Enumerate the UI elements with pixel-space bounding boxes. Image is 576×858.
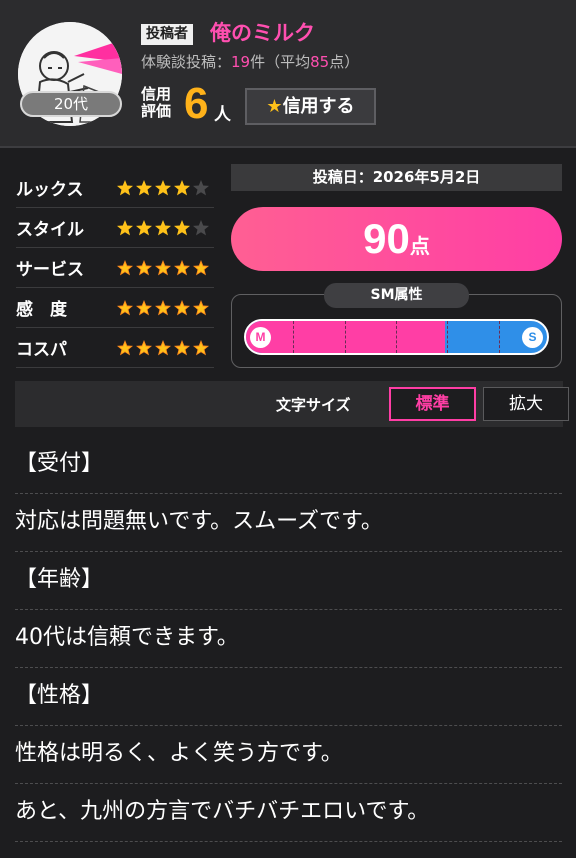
star-filled-icon — [155, 179, 171, 195]
rating-row: コスパ — [16, 328, 214, 368]
rating-stars — [116, 299, 210, 317]
star-filled-icon — [193, 259, 209, 275]
rating-stars — [116, 179, 210, 197]
trust-label: 信用評価 — [141, 85, 172, 120]
star-filled-icon — [155, 259, 171, 275]
star-filled-icon — [117, 339, 133, 355]
rating-list: ルックススタイルサービス感 度コスパ — [16, 168, 214, 368]
section-heading: 【年齢】 — [15, 552, 562, 610]
score-pill: 90点 — [231, 207, 562, 271]
star-filled-icon — [155, 339, 171, 355]
sm-tick — [499, 321, 500, 353]
sm-tick — [345, 321, 346, 353]
star-filled-icon — [174, 259, 190, 275]
section-heading: 【受付】 — [15, 436, 562, 494]
star-filled-icon — [136, 179, 152, 195]
body-line: あと、九州の方言でバチバチエロいです。 — [15, 784, 562, 842]
star-filled-icon — [174, 299, 190, 315]
rating-label: 感 度 — [16, 300, 67, 320]
body-line: 性格は明るく、よく笑う方です。 — [15, 726, 562, 784]
sm-tick — [447, 321, 448, 353]
post-average: 85 — [310, 53, 330, 71]
font-size-label: 文字サイズ — [276, 396, 351, 414]
trust-button[interactable]: ★信用する — [245, 88, 376, 125]
sm-tick — [293, 321, 294, 353]
score-unit: 点 — [409, 234, 430, 258]
poster-tag: 投稿者 — [141, 24, 193, 45]
sm-title: SM属性 — [324, 283, 469, 308]
star-filled-icon — [117, 219, 133, 235]
section-heading: 【性格】 — [15, 668, 562, 726]
sm-tick — [396, 321, 397, 353]
rating-row: スタイル — [16, 208, 214, 248]
font-size-large-button[interactable]: 拡大 — [483, 387, 569, 421]
star-filled-icon — [174, 339, 190, 355]
rating-row: サービス — [16, 248, 214, 288]
body-line: 40代は信頼できます。 — [15, 610, 562, 668]
age-badge: 20代 — [20, 91, 122, 117]
star-filled-icon — [136, 259, 152, 275]
sm-bar: M S — [244, 319, 549, 355]
rating-label: サービス — [16, 260, 84, 280]
star-filled-icon — [117, 259, 133, 275]
trust-button-label: 信用する — [282, 96, 355, 117]
font-size-standard-button[interactable]: 標準 — [389, 387, 476, 421]
star-filled-icon — [136, 299, 152, 315]
rating-label: ルックス — [16, 180, 84, 200]
profile-header: 20代 投稿者 俺のミルク 体験談投稿：19件（平均85点） 信用評価 6 人 … — [0, 0, 576, 148]
star-icon: ★ — [266, 96, 283, 117]
star-filled-icon — [174, 219, 190, 235]
star-filled-icon — [193, 299, 209, 315]
star-filled-icon — [174, 179, 190, 195]
font-size-bar: 文字サイズ 標準 拡大 — [15, 381, 569, 427]
post-count: 体験談投稿：19件（平均85点） — [141, 52, 359, 72]
post-count-prefix: 体験談投稿： — [141, 53, 232, 71]
star-filled-icon — [136, 219, 152, 235]
score-value: 90 — [363, 215, 410, 262]
rating-stars — [116, 339, 210, 357]
sm-s-icon: S — [522, 327, 543, 348]
rating-row: 感 度 — [16, 288, 214, 328]
post-count-number: 19 — [231, 53, 251, 71]
star-filled-icon — [136, 339, 152, 355]
star-filled-icon — [155, 299, 171, 315]
trust-unit: 人 — [214, 105, 231, 125]
post-date: 投稿日：2026年5月2日 — [231, 164, 562, 191]
rating-label: コスパ — [16, 340, 67, 360]
star-filled-icon — [117, 299, 133, 315]
star-filled-icon — [155, 219, 171, 235]
trust-count: 6 — [184, 79, 209, 128]
star-filled-icon — [193, 339, 209, 355]
body-line: 対応は問題無いです。スムーズです。 — [15, 494, 562, 552]
star-filled-icon — [117, 179, 133, 195]
review-body: 【受付】 対応は問題無いです。スムーズです。 【年齢】 40代は信頼できます。 【性格】… — [15, 436, 562, 842]
sm-m-icon: M — [250, 327, 271, 348]
rating-row: ルックス — [16, 168, 214, 208]
poster-name[interactable]: 俺のミルク — [210, 18, 315, 48]
rating-stars — [116, 219, 210, 237]
post-count-mid: 件（平均 — [250, 53, 311, 71]
post-count-suffix: 点） — [329, 53, 360, 71]
sm-attribute-box: SM属性 M S — [231, 283, 562, 368]
star-empty-icon — [193, 219, 209, 235]
star-empty-icon — [193, 179, 209, 195]
rating-label: スタイル — [16, 220, 84, 240]
rating-stars — [116, 259, 210, 277]
